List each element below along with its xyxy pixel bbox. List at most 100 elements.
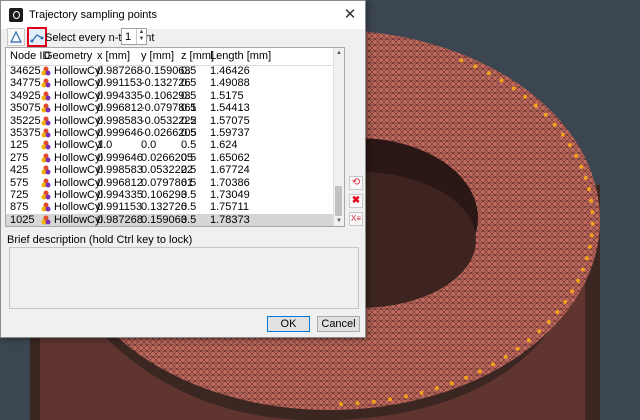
trajectory-point — [419, 390, 424, 395]
trajectory-point — [590, 210, 595, 215]
undo-button[interactable]: ⟲ — [349, 176, 363, 190]
geometry-icon — [41, 165, 51, 175]
cell-node: 275 — [10, 151, 29, 164]
trajectory-point — [589, 233, 594, 238]
trajectory-point — [584, 256, 589, 261]
cell-length: 1.78373 — [210, 213, 250, 226]
trajectory-point — [552, 122, 557, 127]
cell-geometry: HollowCyl — [54, 164, 103, 177]
table-row[interactable]: 34625 HollowCyl 0.987268 -0.159063 0.5 1.4642… — [6, 65, 336, 78]
cancel-button[interactable]: Cancel — [317, 316, 360, 332]
table-row[interactable]: 34775 HollowCyl 0.991153 -0.132726 0.5 1.4908… — [6, 77, 336, 90]
step-spinbox[interactable]: 1 ▲ ▼ — [121, 28, 147, 45]
trajectory-point — [499, 78, 504, 83]
trajectory-point — [567, 143, 572, 148]
cell-z: 0.5 — [181, 151, 197, 164]
trajectory-point — [587, 187, 591, 192]
points-table[interactable]: Node ID Geometry x [mm] y [mm] z [mm] Le… — [5, 47, 345, 227]
cell-node: 34775 — [10, 77, 41, 90]
cell-node: 575 — [10, 176, 29, 189]
ok-button[interactable]: OK — [267, 316, 310, 332]
cell-geometry: HollowCyl — [54, 213, 103, 226]
cell-x: 0.994335 — [97, 189, 143, 201]
col-x[interactable]: x [mm] — [97, 50, 130, 62]
trajectory-point — [579, 164, 584, 169]
triangle-tool-button[interactable] — [7, 28, 25, 46]
step-value[interactable]: 1 — [125, 31, 131, 43]
cell-x: 0.987268 — [97, 213, 143, 226]
cell-z: 0.5 — [181, 65, 197, 77]
cell-length: 1.57075 — [210, 114, 250, 127]
cell-length: 1.73049 — [210, 189, 250, 201]
cell-z: 0.5 — [181, 176, 197, 189]
table-row[interactable]: 575 HollowCyl 0.996812 0.0797861 0.5 1.70386 — [6, 177, 336, 190]
delete-button[interactable]: ✖ — [349, 194, 363, 208]
scroll-up-arrow[interactable]: ▲ — [334, 48, 344, 58]
table-row[interactable]: 875 HollowCyl 0.991153 0.132726 0.5 1.75711 — [6, 201, 336, 214]
cell-length: 1.49088 — [210, 77, 250, 90]
geometry-icon — [41, 190, 51, 200]
table-row[interactable]: 34925 HollowCyl 0.994335 -0.106293 0.5 1.5175 — [6, 90, 336, 103]
trajectory-point — [464, 375, 469, 380]
table-row[interactable]: 35375 HollowCyl 0.999646 -0.0266205 0.5 1.597… — [6, 127, 336, 140]
trajectory-point — [589, 198, 594, 203]
trajectory-point — [537, 329, 542, 334]
trajectory-point — [434, 386, 439, 391]
cell-z: 0.5 — [181, 213, 197, 226]
undo-icon: ⟲ — [351, 177, 361, 188]
trajectory-point — [581, 267, 585, 272]
pick-points-button[interactable] — [27, 27, 47, 47]
col-length[interactable]: Length [mm] — [210, 50, 271, 62]
cell-geometry: HollowCyl — [54, 176, 103, 189]
clear-button[interactable]: X≡ — [349, 212, 363, 226]
trajectory-point — [459, 58, 464, 63]
pick-points-icon — [30, 34, 44, 43]
close-button[interactable]: ✕ — [335, 1, 365, 29]
cell-node: 725 — [10, 189, 29, 201]
cell-z: 0.5 — [181, 201, 197, 214]
table-row[interactable]: 425 HollowCyl 0.998583 0.0532222 0.5 1.67724 — [6, 164, 336, 177]
title-bar[interactable]: Trajectory sampling points ✕ — [1, 1, 365, 29]
scroll-thumb[interactable] — [335, 186, 342, 216]
table-row[interactable]: 125 HollowCyl 1.0 0.0 0.5 1.624 — [6, 139, 336, 152]
cell-y: 0.132726 — [141, 201, 187, 214]
trajectory-point — [477, 369, 482, 374]
table-row[interactable]: 35225 HollowCyl 0.998583 -0.0532222 0.5 1.570… — [6, 115, 336, 128]
trajectory-point — [388, 397, 392, 402]
trajectory-point — [570, 289, 575, 294]
trajectory-point — [449, 381, 454, 386]
cell-node: 1025 — [10, 213, 35, 226]
table-scrollbar[interactable]: ▲ ▼ — [333, 48, 344, 226]
trajectory-point — [515, 346, 520, 351]
scroll-down-arrow[interactable]: ▼ — [334, 216, 344, 226]
cell-length: 1.65062 — [210, 151, 250, 164]
cell-geometry: HollowCyl — [54, 139, 103, 152]
spin-arrows[interactable]: ▲ ▼ — [136, 29, 146, 44]
table-row[interactable]: 1025 HollowCyl 0.987268 0.159063 0.5 1.78373 — [6, 213, 336, 226]
table-row[interactable]: 725 HollowCyl 0.994335 0.106293 0.5 1.73049 — [6, 189, 336, 202]
trajectory-point — [590, 221, 595, 226]
cell-geometry: HollowCyl — [54, 77, 103, 90]
dialog-title: Trajectory sampling points — [29, 9, 157, 21]
cell-z: 0.5 — [181, 77, 197, 90]
geometry-icon — [41, 116, 51, 126]
trajectory-point — [511, 86, 516, 91]
description-label: Brief description (hold Ctrl key to lock… — [7, 234, 193, 246]
table-row[interactable]: 35075 HollowCyl 0.996812 -0.0797861 0.5 1.544… — [6, 102, 336, 115]
col-geometry[interactable]: Geometry — [44, 50, 92, 62]
cell-z: 0.5 — [181, 89, 197, 102]
trajectory-point — [491, 362, 496, 367]
trajectory-point — [526, 338, 531, 343]
cell-z: 0.5 — [181, 164, 197, 177]
cell-z: 0.5 — [181, 139, 197, 152]
trajectory-point — [587, 244, 592, 249]
geometry-icon — [41, 91, 51, 101]
description-box[interactable] — [9, 247, 359, 309]
cell-length: 1.624 — [210, 139, 238, 152]
col-y[interactable]: y [mm] — [141, 50, 174, 62]
trajectory-point — [403, 394, 408, 399]
trajectory-point — [533, 103, 538, 108]
cell-geometry: HollowCyl — [54, 151, 103, 164]
table-row[interactable]: 275 HollowCyl 0.999646 0.0266205 0.5 1.65062 — [6, 152, 336, 165]
cell-z: 0.5 — [181, 102, 197, 115]
